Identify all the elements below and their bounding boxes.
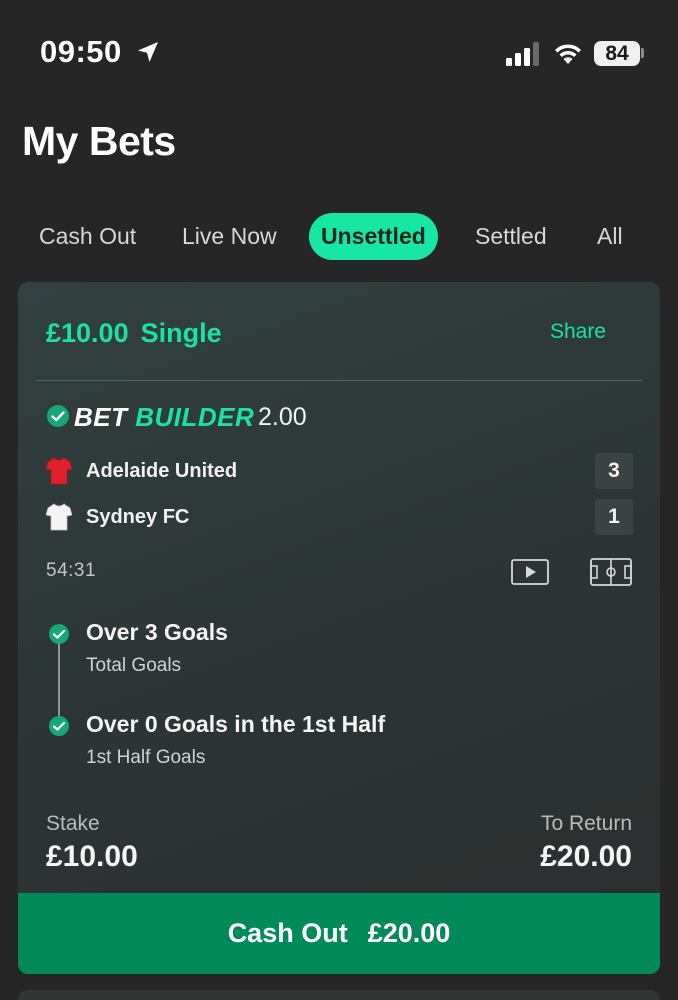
bet-builder-logo: BET BUILDER: [74, 402, 254, 433]
bet-stake-header: £10.00: [46, 318, 129, 348]
status-time: 09:50: [40, 34, 122, 69]
selection-title: Over 3 Goals: [86, 619, 228, 645]
team-row-home: Adelaide United: [46, 454, 237, 488]
tab-all[interactable]: All: [597, 213, 623, 260]
tab-settled[interactable]: Settled: [475, 213, 547, 260]
match-clock: 54:31: [46, 560, 97, 581]
battery-icon: 84: [594, 41, 640, 66]
selection-market: 1st Half Goals: [86, 747, 206, 768]
to-return-label: To Return: [540, 812, 632, 835]
team-name: Adelaide United: [86, 459, 238, 482]
status-bar: 09:50 84: [0, 0, 678, 100]
stake-value: £10.00: [46, 840, 138, 873]
tab-unsettled[interactable]: Unsettled: [309, 213, 438, 260]
selection-connector: [58, 642, 60, 724]
to-return-value: £20.00: [540, 840, 632, 873]
play-video-icon[interactable]: [511, 559, 549, 585]
bet-builder-logo-part2: BUILDER: [135, 402, 255, 432]
selection-market: Total Goals: [86, 655, 182, 676]
wifi-icon: [555, 44, 581, 64]
pitch-tracker-icon[interactable]: [590, 558, 632, 586]
location-arrow-icon: [138, 42, 158, 62]
tab-live-now[interactable]: Live Now: [182, 213, 277, 260]
cash-out-value: £20.00: [367, 918, 451, 948]
check-circle-icon: [47, 405, 69, 427]
tab-cash-out[interactable]: Cash Out: [39, 213, 136, 260]
cash-out-button[interactable]: Cash Out £20.00: [18, 893, 660, 974]
bet-header: £10.00 Single: [46, 318, 234, 349]
share-button[interactable]: Share: [550, 320, 606, 344]
bet-builder-logo-part1: BET: [74, 402, 128, 432]
battery-tip: [641, 48, 644, 58]
selection-title: Over 0 Goals in the 1st Half: [86, 711, 386, 737]
team-name: Sydney FC: [86, 505, 190, 528]
page-title: My Bets: [22, 118, 176, 164]
signal-bars-icon: [506, 42, 539, 66]
bet-type: Single: [140, 318, 222, 348]
team-score: 3: [595, 453, 633, 489]
divider: [36, 380, 642, 381]
check-circle-icon: [49, 716, 69, 736]
red-shirt-icon: [46, 457, 72, 485]
cash-out-label: Cash Out: [227, 918, 348, 948]
check-circle-icon: [49, 624, 69, 644]
bet-tabs: Cash Out Live Now Unsettled Settled All: [0, 213, 678, 261]
stake-label: Stake: [46, 812, 100, 835]
team-score: 1: [595, 499, 633, 535]
bet-odds: 2.00: [258, 403, 307, 431]
bet-card: £10.00 Single Share BET BUILDER 2.00 Adel…: [18, 282, 660, 974]
white-shirt-icon: [46, 503, 72, 531]
team-row-away: Sydney FC: [46, 500, 189, 534]
next-bet-card: [18, 990, 660, 1000]
